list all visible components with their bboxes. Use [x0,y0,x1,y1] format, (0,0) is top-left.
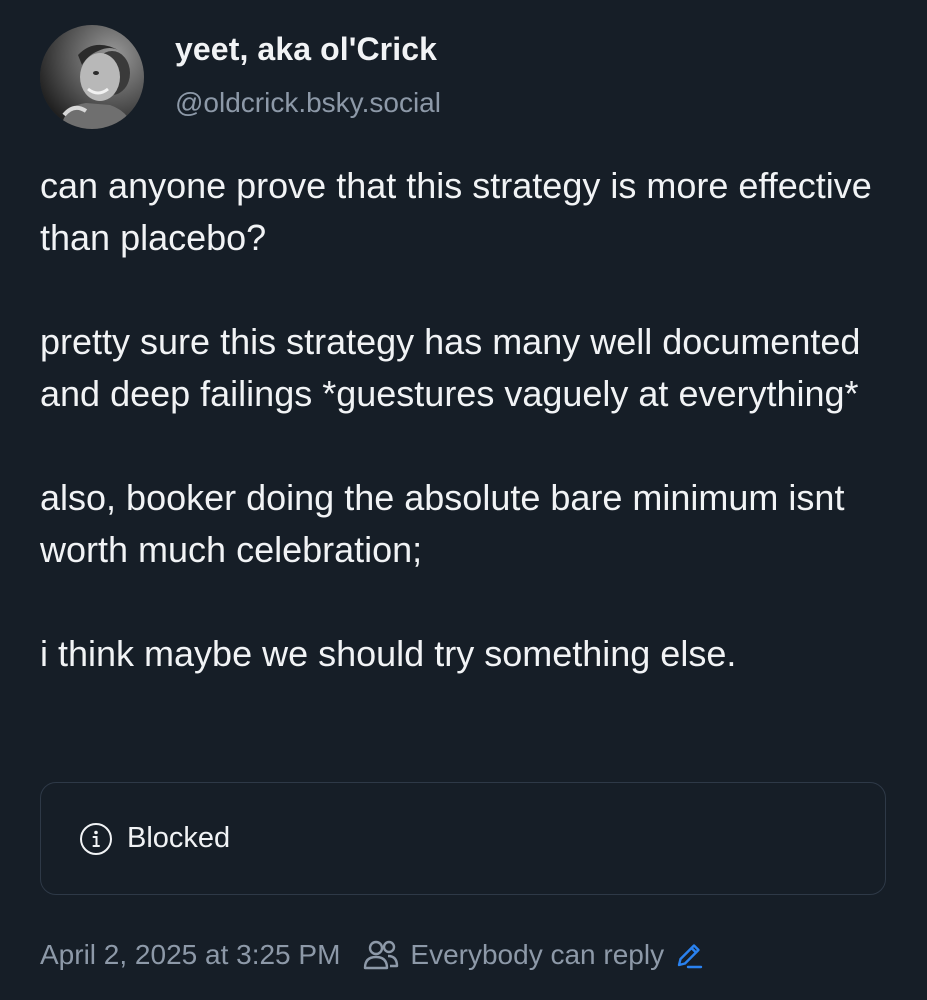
post-paragraph: can anyone prove that this strategy is m… [40,165,872,258]
post-paragraph: i think maybe we should try something el… [40,633,737,674]
post-paragraph: also, booker doing the absolute bare min… [40,477,845,570]
avatar-photo-icon [40,25,144,129]
post-footer: April 2, 2025 at 3:25 PM Everybody can r… [40,935,704,975]
post-thread-item: yeet, aka ol'Crick @oldcrick.bsky.social… [0,0,927,1000]
author-avatar[interactable] [40,25,144,129]
post-text: can anyone prove that this strategy is m… [40,160,900,680]
people-icon [364,940,399,970]
author-handle[interactable]: @oldcrick.bsky.social [175,83,441,123]
embed-label: Blocked [127,822,231,854]
reply-setting-label[interactable]: Everybody can reply [410,935,664,975]
post-header: yeet, aka ol'Crick @oldcrick.bsky.social [40,25,441,129]
post-timestamp[interactable]: April 2, 2025 at 3:25 PM [40,935,340,975]
author-display-name[interactable]: yeet, aka ol'Crick [175,27,441,71]
pencil-icon[interactable] [674,940,704,970]
author-info: yeet, aka ol'Crick @oldcrick.bsky.social [175,25,441,123]
post-paragraph: pretty sure this strategy has many well … [40,321,861,414]
info-icon [80,822,112,855]
blocked-quote-embed[interactable]: Blocked [40,782,886,895]
